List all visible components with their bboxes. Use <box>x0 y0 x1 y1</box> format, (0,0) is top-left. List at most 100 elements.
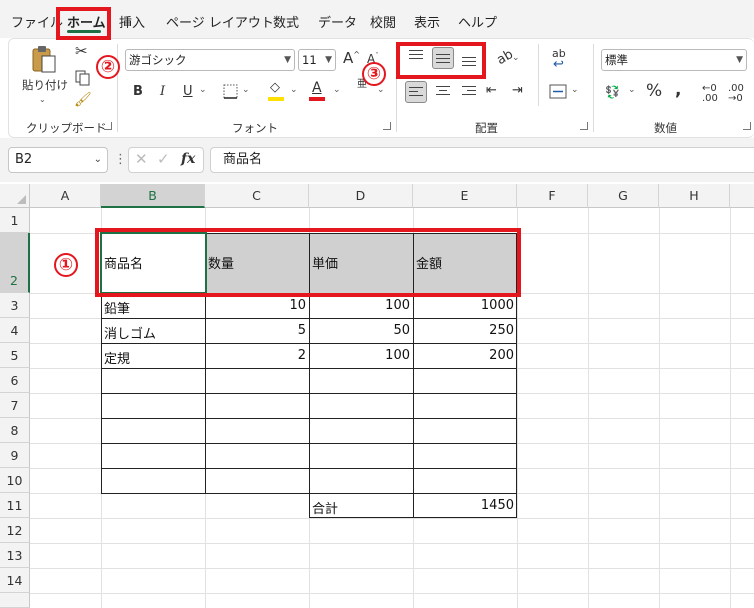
column-header-i[interactable] <box>730 184 754 208</box>
column-header-d[interactable]: D <box>309 184 413 208</box>
align-right-button[interactable] <box>458 81 480 103</box>
row-header-9[interactable]: 9 <box>0 443 30 468</box>
more-options-icon[interactable]: ⋮ <box>114 153 127 166</box>
font-launcher-icon[interactable] <box>383 122 391 130</box>
decrease-decimal-icon[interactable]: .00 →0 <box>728 84 744 104</box>
cell-quantity[interactable]: 5 <box>205 323 309 338</box>
row-header-15[interactable] <box>0 593 30 608</box>
cell-quantity[interactable]: 2 <box>205 348 309 363</box>
alignment-group-label: 配置 <box>475 121 498 135</box>
paste-dropdown-icon[interactable]: ⌄ <box>39 96 46 104</box>
italic-icon[interactable]: I <box>160 85 165 98</box>
row-header-8[interactable]: 8 <box>0 418 30 443</box>
format-painter-icon[interactable]: 🖌 <box>74 93 92 107</box>
align-line <box>462 94 476 95</box>
cell-product[interactable]: 鉛筆 <box>104 298 130 317</box>
row-header-7[interactable]: 7 <box>0 393 30 418</box>
row-header-14[interactable]: 14 <box>0 568 30 593</box>
column-header-f[interactable]: F <box>517 184 588 208</box>
menu-page-layout[interactable]: ページ レイアウト <box>166 12 274 31</box>
cell-amount[interactable]: 1000 <box>413 298 517 313</box>
cell-product[interactable]: 定規 <box>104 348 130 367</box>
row-header-2[interactable]: 2 <box>0 233 30 293</box>
chevron-down-icon[interactable]: ⌄ <box>242 86 250 95</box>
increase-decimal-icon[interactable]: ←0.00 <box>702 84 718 104</box>
annotation-badge-1: ① <box>54 253 78 277</box>
number-launcher-icon[interactable] <box>743 122 751 130</box>
cell-amount[interactable]: 200 <box>413 348 517 363</box>
menu-data[interactable]: データ <box>318 12 357 31</box>
column-header-a[interactable]: A <box>30 184 101 208</box>
column-header-c[interactable]: C <box>205 184 309 208</box>
clipboard-launcher-icon[interactable] <box>104 122 112 130</box>
align-line <box>436 94 450 95</box>
menu-view[interactable]: 表示 <box>414 12 440 31</box>
cell-amount[interactable]: 250 <box>413 323 517 338</box>
row-header-12[interactable]: 12 <box>0 518 30 543</box>
chevron-down-icon[interactable]: ⌄ <box>333 86 341 95</box>
cell-price[interactable]: 100 <box>309 348 413 363</box>
cut-icon[interactable]: ✂ <box>75 44 88 59</box>
number-format-value: 標準 <box>605 53 628 67</box>
align-center-button[interactable] <box>432 81 454 103</box>
bold-icon[interactable]: B <box>133 85 143 98</box>
alignment-launcher-icon[interactable] <box>580 122 588 130</box>
align-line <box>439 90 447 91</box>
menu-review[interactable]: 校閲 <box>370 12 396 31</box>
total-label[interactable]: 合計 <box>312 498 338 517</box>
align-line <box>409 91 418 92</box>
cell-price[interactable]: 50 <box>309 323 413 338</box>
menu-insert[interactable]: 挿入 <box>119 12 145 31</box>
column-header-g[interactable]: G <box>588 184 659 208</box>
cancel-icon[interactable]: ✕ <box>135 152 148 167</box>
chevron-down-icon[interactable]: ⌄ <box>628 86 636 95</box>
enter-icon[interactable]: ✓ <box>157 152 170 167</box>
font-name-value: 游ゴシック <box>129 53 187 67</box>
row-header-3[interactable]: 3 <box>0 293 30 318</box>
accounting-format-icon[interactable]: 💱 <box>605 86 620 98</box>
borders-icon[interactable] <box>223 84 238 99</box>
column-header-b[interactable]: B <box>101 184 205 208</box>
font-name-combo[interactable]: 游ゴシック ▼ <box>125 49 295 71</box>
number-format-combo[interactable]: 標準 ▼ <box>601 49 747 71</box>
row-header-6[interactable]: 6 <box>0 368 30 393</box>
merge-center-icon[interactable] <box>549 84 567 99</box>
column-header-e[interactable]: E <box>413 184 517 208</box>
chevron-down-icon[interactable]: ⌄ <box>199 86 207 95</box>
row-header-5[interactable]: 5 <box>0 343 30 368</box>
align-left-button[interactable] <box>405 81 427 103</box>
chevron-down-icon[interactable]: ⌄ <box>512 54 520 63</box>
column-header-h[interactable]: H <box>659 184 730 208</box>
row-header-1[interactable]: 1 <box>0 208 30 233</box>
row-header-4[interactable]: 4 <box>0 318 30 343</box>
row-header-13[interactable]: 13 <box>0 543 30 568</box>
name-box[interactable]: B2 ⌄ <box>8 147 108 173</box>
menu-formulas[interactable]: 数式 <box>273 12 299 31</box>
cell-quantity[interactable]: 10 <box>205 298 309 313</box>
gridline <box>30 593 754 594</box>
percent-style-icon[interactable]: % <box>646 83 662 100</box>
cell-price[interactable]: 100 <box>309 298 413 313</box>
cell-product[interactable]: 消しゴム <box>104 323 156 342</box>
row-header-10[interactable]: 10 <box>0 468 30 493</box>
comma-style-icon[interactable]: , <box>675 82 681 99</box>
fill-color-swatch <box>268 97 284 101</box>
chevron-down-icon[interactable]: ⌄ <box>290 86 298 95</box>
gridline <box>588 208 589 608</box>
total-value[interactable]: 1450 <box>413 498 517 513</box>
decrease-indent-icon[interactable]: ⇤ <box>486 84 497 97</box>
chevron-down-icon[interactable]: ⌄ <box>571 86 579 95</box>
copy-icon[interactable] <box>75 70 91 86</box>
row-header-11[interactable]: 11 <box>0 493 30 518</box>
increase-indent-icon[interactable]: ⇥ <box>512 84 523 97</box>
menu-help[interactable]: ヘルプ <box>458 12 497 31</box>
chevron-down-icon[interactable]: ⌄ <box>377 86 385 95</box>
insert-function-icon[interactable]: fx <box>181 152 195 166</box>
font-size-value: 11 <box>302 53 317 67</box>
underline-icon[interactable]: U <box>183 85 193 98</box>
formula-input[interactable]: 商品名 <box>210 147 754 173</box>
grow-font-icon[interactable]: A^ <box>343 51 360 66</box>
font-size-combo[interactable]: 11 ▼ <box>298 49 336 71</box>
annotation-badge-2: ② <box>96 55 120 79</box>
select-all-button[interactable] <box>0 184 30 208</box>
